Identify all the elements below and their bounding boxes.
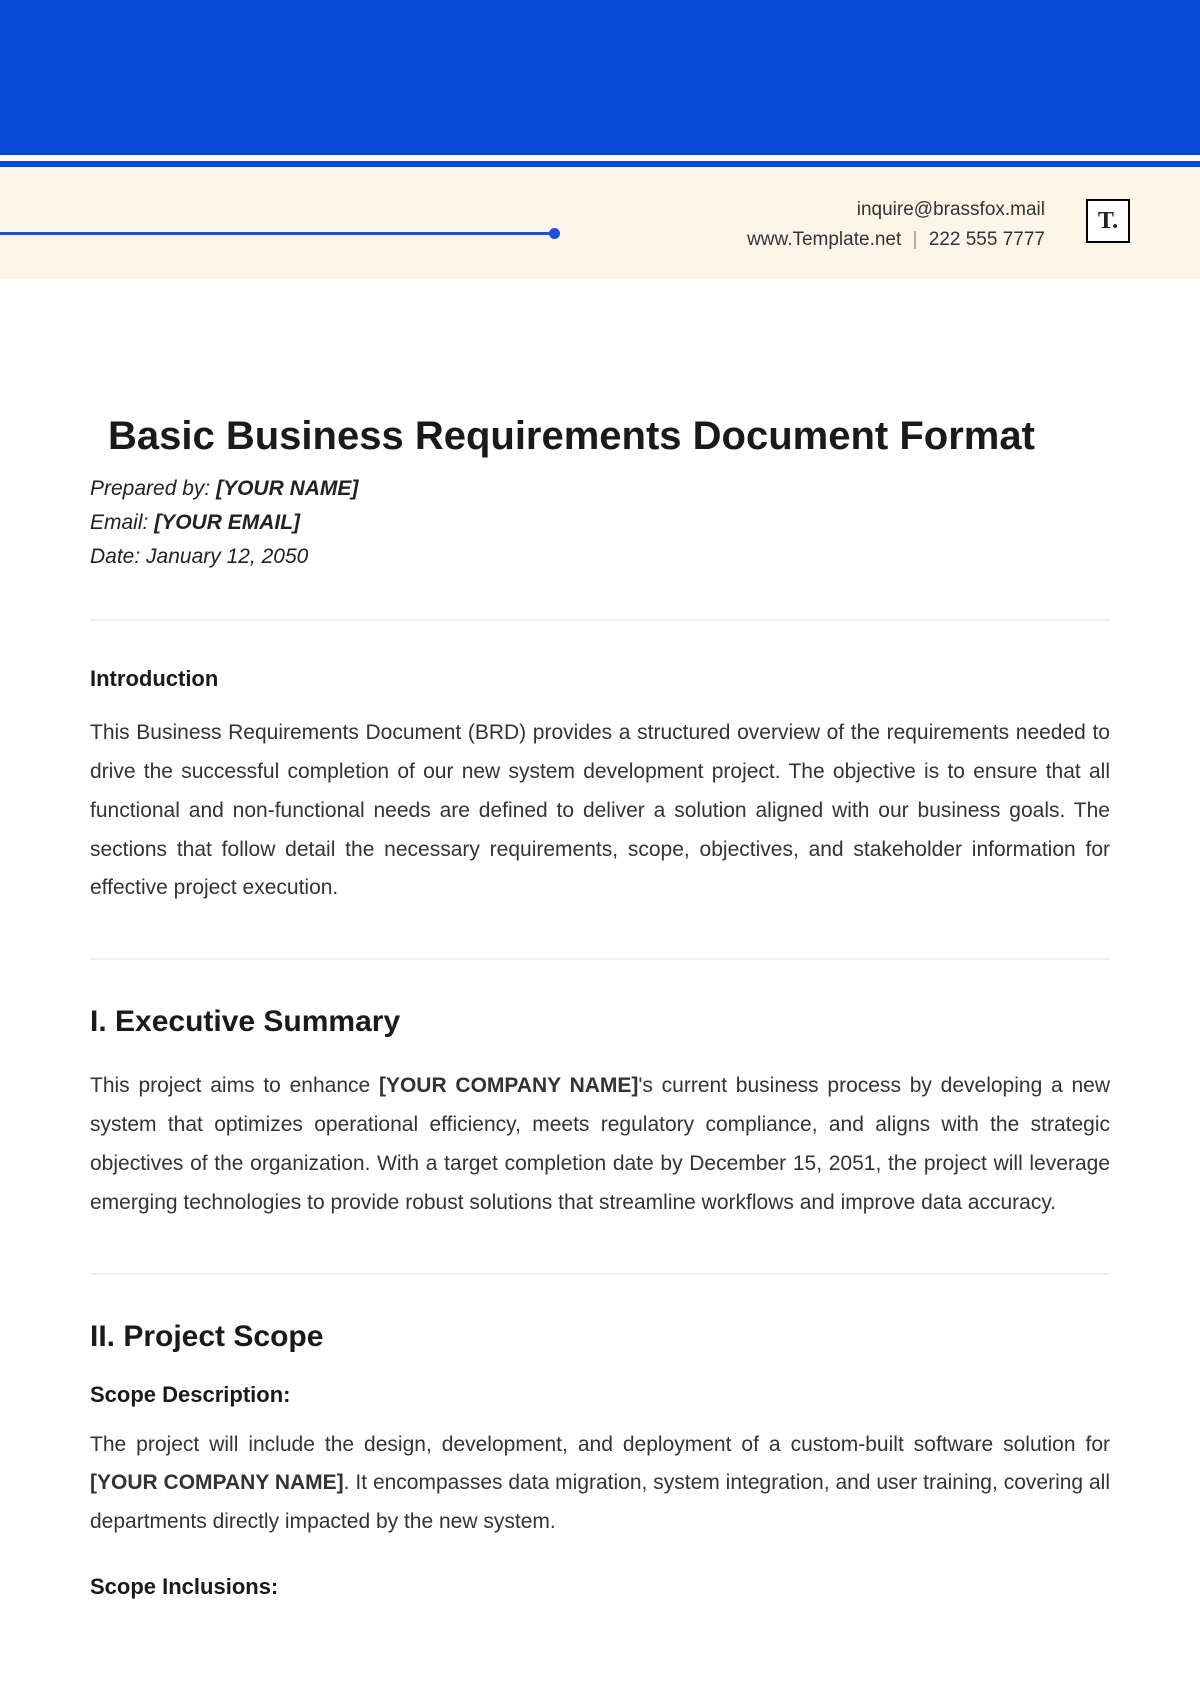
date-label: Date: (90, 545, 146, 568)
section-divider (90, 958, 1110, 960)
contact-info: inquire@brassfox.mail www.Template.net |… (747, 195, 1045, 256)
scope-desc-pre: The project will include the design, dev… (90, 1433, 1110, 1456)
header-blue-band (0, 0, 1200, 155)
contact-website: www.Template.net (747, 229, 901, 250)
logo-text: T. (1098, 208, 1118, 235)
logo-icon: T. (1086, 199, 1130, 243)
prepared-by-line: Prepared by: [YOUR NAME] (90, 477, 1110, 501)
email-label: Email: (90, 511, 154, 534)
document-title: Basic Business Requirements Document For… (108, 414, 1110, 459)
contact-separator: | (913, 229, 918, 250)
prepared-by-value: [YOUR NAME] (216, 477, 358, 500)
contact-email: inquire@brassfox.mail (747, 195, 1045, 225)
exec-summary-heading: I. Executive Summary (90, 1005, 1110, 1039)
scope-heading: II. Project Scope (90, 1320, 1110, 1354)
date-value: January 12, 2050 (146, 545, 308, 568)
introduction-heading: Introduction (90, 666, 1110, 692)
prepared-by-label: Prepared by: (90, 477, 216, 500)
company-placeholder: [YOUR COMPANY NAME] (379, 1074, 638, 1097)
header-cream-band: inquire@brassfox.mail www.Template.net |… (0, 167, 1200, 279)
section-divider (90, 619, 1110, 621)
contact-line2: www.Template.net | 222 555 7777 (747, 225, 1045, 255)
email-line: Email: [YOUR EMAIL] (90, 511, 1110, 535)
introduction-body: This Business Requirements Document (BRD… (90, 714, 1110, 908)
section-divider (90, 1273, 1110, 1275)
date-line: Date: January 12, 2050 (90, 545, 1110, 569)
scope-description-body: The project will include the design, dev… (90, 1426, 1110, 1543)
decorative-line-dot (0, 232, 555, 235)
email-value: [YOUR EMAIL] (154, 511, 300, 534)
scope-inclusions-label: Scope Inclusions: (90, 1574, 1110, 1600)
exec-summary-body: This project aims to enhance [YOUR COMPA… (90, 1067, 1110, 1222)
scope-description-label: Scope Description: (90, 1382, 1110, 1408)
contact-phone: 222 555 7777 (929, 229, 1045, 250)
exec-summary-pre: This project aims to enhance (90, 1074, 379, 1097)
company-placeholder: [YOUR COMPANY NAME] (90, 1471, 344, 1494)
document-content: Basic Business Requirements Document For… (0, 279, 1200, 1658)
